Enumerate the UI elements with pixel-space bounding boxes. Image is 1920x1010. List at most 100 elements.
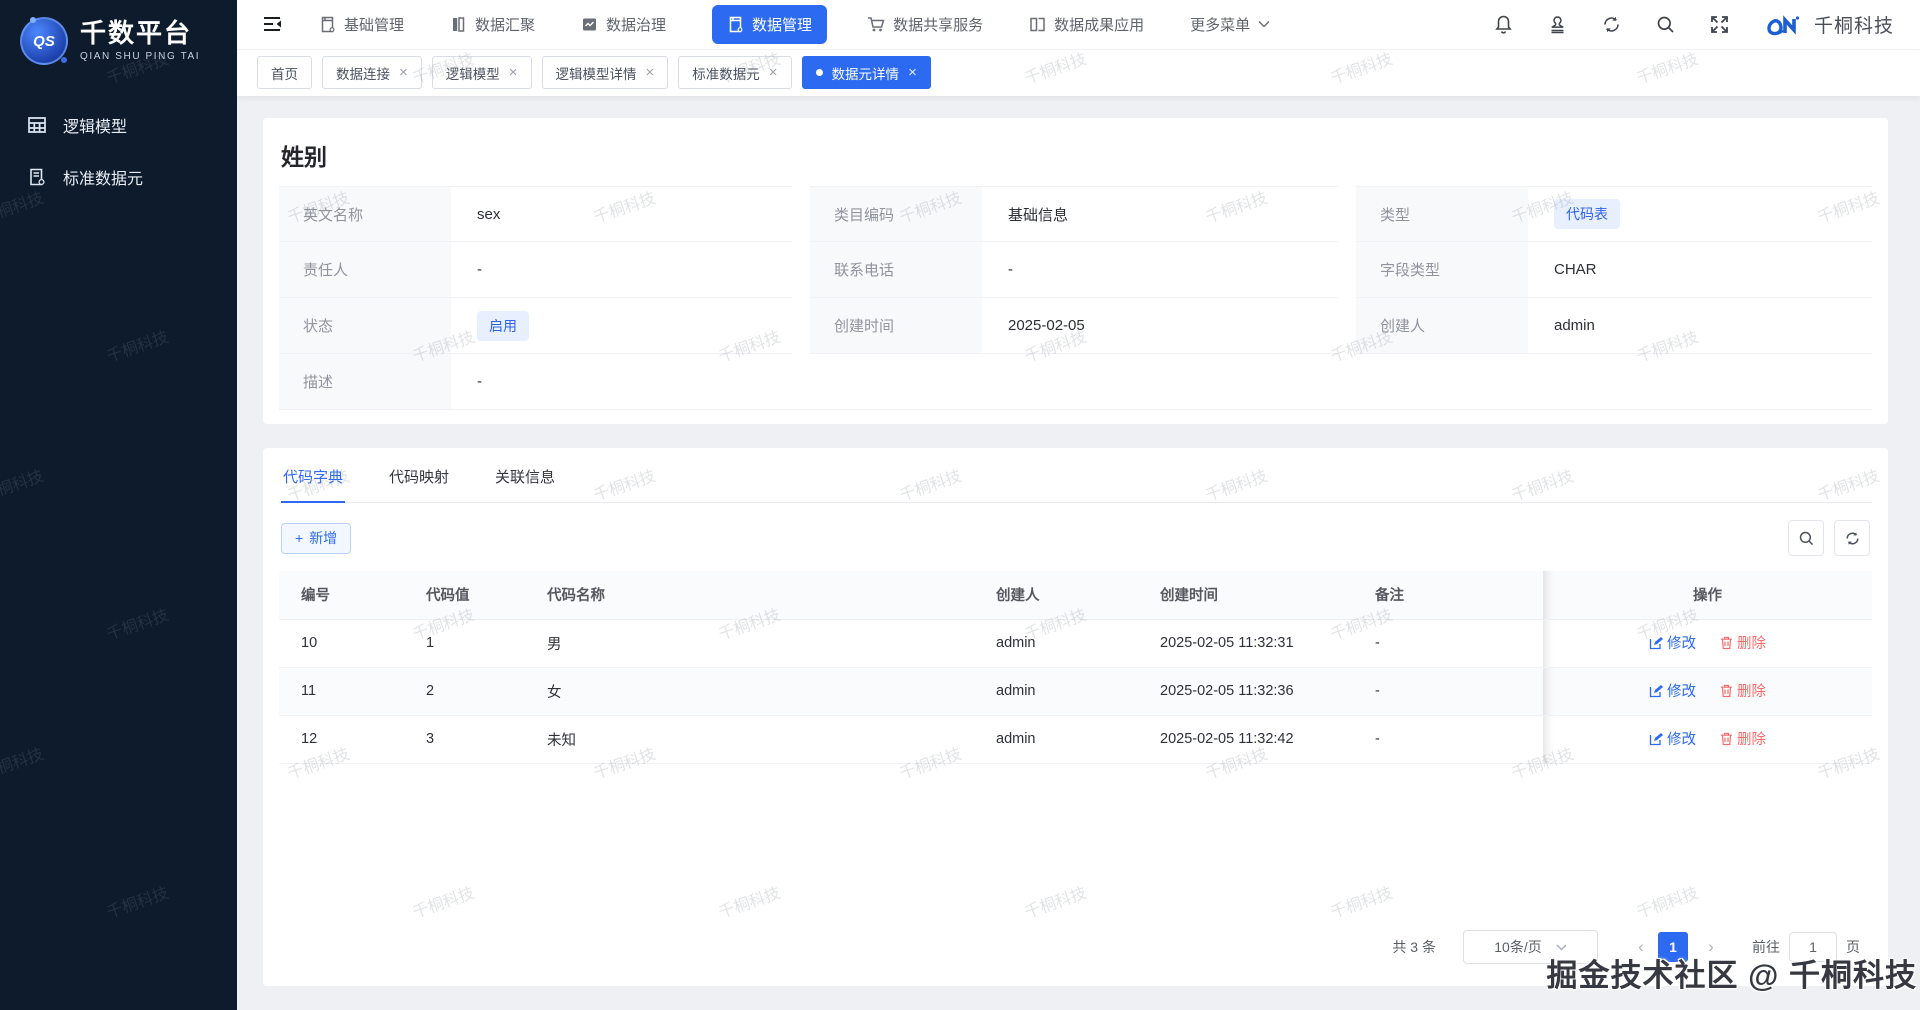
tab-home[interactable]: 首页 <box>257 56 312 90</box>
tab-label: 数据连接 <box>336 66 390 82</box>
tab-related-info[interactable]: 关联信息 <box>495 466 555 502</box>
close-icon[interactable]: × <box>769 65 778 80</box>
field-description: 描述 - <box>279 354 1872 410</box>
field-value: admin <box>1528 298 1872 353</box>
top-header: 基础管理 数据汇聚 数据治理 数据管理 数据共享服务 数据成果应用 更多菜单 千… <box>237 0 1920 49</box>
sidebar-item-label: 标准数据元 <box>63 171 144 188</box>
search-icon[interactable] <box>1655 14 1676 35</box>
col-header-code-name: 代码名称 <box>547 571 996 620</box>
table-search-button[interactable] <box>1788 520 1824 556</box>
nav-item-data-achievement-app[interactable]: 数据成果应用 <box>1029 14 1144 35</box>
tab-bar: 首页 数据连接 × 逻辑模型 × 逻辑模型详情 × 标准数据元 × 数据元详情 … <box>237 48 1920 96</box>
tab-standard-data-element[interactable]: 标准数据元 × <box>678 56 792 90</box>
table-row: 10 1 男 admin 2025-02-05 11:32:31 - 修改 删除 <box>279 619 1872 668</box>
cell-creator: admin <box>996 715 1160 764</box>
col-header-code-value: 代码值 <box>426 571 547 620</box>
field-value: - <box>982 242 1338 297</box>
tab-code-mapping[interactable]: 代码映射 <box>389 466 449 502</box>
collapse-menu-icon[interactable] <box>261 13 283 35</box>
nav-item-label: 数据共享服务 <box>893 16 984 34</box>
cell-creator: admin <box>996 667 1160 716</box>
tab-label: 逻辑模型 <box>445 66 500 82</box>
close-icon[interactable]: × <box>646 65 655 80</box>
code-table: 编号 代码值 代码名称 创建人 创建时间 备注 操作 10 1 男 admin … <box>279 571 1872 764</box>
cell-id: 11 <box>279 667 426 716</box>
delete-link[interactable]: 删除 <box>1720 680 1766 701</box>
delete-link[interactable]: 删除 <box>1720 728 1766 749</box>
field-value: 基础信息 <box>982 187 1338 241</box>
col-header-actions: 操作 <box>1543 571 1872 620</box>
cell-id: 12 <box>279 715 426 764</box>
app-root: QS 千数平台 QIAN SHU PING TAI 逻辑模型 标准数据元 基础管… <box>0 0 1920 1010</box>
edit-label: 修改 <box>1666 684 1696 701</box>
fullscreen-icon[interactable] <box>1709 14 1730 35</box>
sidebar-item-logic-model[interactable]: 逻辑模型 <box>0 99 237 151</box>
delete-label: 删除 <box>1737 684 1767 701</box>
tab-label: 标准数据元 <box>692 66 760 82</box>
nav-item-data-governance[interactable]: 数据治理 <box>581 14 666 35</box>
notification-bell-icon[interactable] <box>1493 14 1514 35</box>
prev-page-button[interactable]: ‹ <box>1626 932 1656 962</box>
sidebar: QS 千数平台 QIAN SHU PING TAI 逻辑模型 标准数据元 <box>0 0 237 1010</box>
page-content: 姓别 英文名称 sex 责任人 - 状态 启用 类目编码 基础信息 联系电话 -… <box>237 96 1920 1010</box>
tab-logic-model[interactable]: 逻辑模型 × <box>431 56 532 90</box>
nav-item-data-sharing-service[interactable]: 数据共享服务 <box>867 14 983 35</box>
nav-item-data-aggregation[interactable]: 数据汇聚 <box>450 14 535 35</box>
detail-grid: 英文名称 sex 责任人 - 状态 启用 类目编码 基础信息 联系电话 - 创建… <box>279 186 1872 410</box>
cart-icon <box>867 16 885 33</box>
tab-logic-model-detail[interactable]: 逻辑模型详情 × <box>541 56 669 90</box>
monitor-chart-icon <box>581 16 598 33</box>
cell-remark: - <box>1375 667 1543 716</box>
field-label: 英文名称 <box>279 187 451 241</box>
nav-item-data-management[interactable]: 数据管理 <box>712 4 828 44</box>
nav-item-more-menu[interactable]: 更多菜单 <box>1190 14 1270 35</box>
cell-code-value: 2 <box>426 667 547 716</box>
page-number-button[interactable]: 1 <box>1658 932 1688 962</box>
edit-label: 修改 <box>1666 732 1696 749</box>
tab-data-connection[interactable]: 数据连接 × <box>322 56 422 90</box>
tab-label: 首页 <box>271 66 298 82</box>
field-value: - <box>451 354 1872 409</box>
field-owner: 责任人 - <box>279 242 792 298</box>
page-size-select[interactable]: 10条/页 <box>1463 930 1598 964</box>
add-button-label: 新增 <box>309 530 338 546</box>
chevron-down-icon <box>1556 944 1567 951</box>
sidebar-item-standard-data-element[interactable]: 标准数据元 <box>0 151 237 203</box>
add-button[interactable]: + 新增 <box>281 522 352 554</box>
nav-item-label: 更多菜单 <box>1190 16 1251 34</box>
nav-item-basic-management[interactable]: 基础管理 <box>319 14 404 35</box>
field-value: - <box>451 242 792 297</box>
edit-link[interactable]: 修改 <box>1649 728 1696 749</box>
delete-link[interactable]: 删除 <box>1720 632 1766 653</box>
tab-code-dictionary[interactable]: 代码字典 <box>280 466 346 503</box>
field-label: 创建时间 <box>810 298 982 353</box>
edit-link[interactable]: 修改 <box>1649 680 1696 701</box>
table-row: 12 3 未知 admin 2025-02-05 11:32:42 - 修改 删… <box>279 715 1872 764</box>
close-icon[interactable]: × <box>399 65 408 80</box>
close-icon[interactable]: × <box>908 65 917 80</box>
tab-data-element-detail[interactable]: 数据元详情 × <box>801 56 931 90</box>
chevron-down-icon <box>1258 20 1270 28</box>
table-refresh-button[interactable] <box>1834 520 1870 556</box>
edit-link[interactable]: 修改 <box>1649 632 1696 653</box>
goto-unit-label: 页 <box>1846 939 1860 955</box>
app-logo: QS 千数平台 QIAN SHU PING TAI <box>0 0 237 65</box>
user-icon[interactable] <box>1547 14 1568 35</box>
delete-label: 删除 <box>1737 636 1767 653</box>
field-label: 状态 <box>279 298 451 353</box>
refresh-icon[interactable] <box>1601 14 1622 35</box>
table-toolbar: + 新增 <box>281 520 1870 556</box>
type-badge: 代码表 <box>1554 199 1620 229</box>
active-dot-icon <box>815 69 823 77</box>
sidebar-item-label: 逻辑模型 <box>63 119 128 136</box>
close-icon[interactable]: × <box>509 65 518 80</box>
delete-label: 删除 <box>1737 732 1767 749</box>
tab-label: 数据元详情 <box>831 66 900 82</box>
cell-code-value: 3 <box>426 715 547 764</box>
field-label: 创建人 <box>1356 298 1528 353</box>
status-badge: 启用 <box>477 310 529 341</box>
goto-page-input[interactable] <box>1789 932 1837 962</box>
partner-brand: 千桐科技 <box>1766 11 1894 38</box>
nav-item-label: 数据管理 <box>752 16 813 34</box>
next-page-button[interactable]: › <box>1696 932 1726 962</box>
